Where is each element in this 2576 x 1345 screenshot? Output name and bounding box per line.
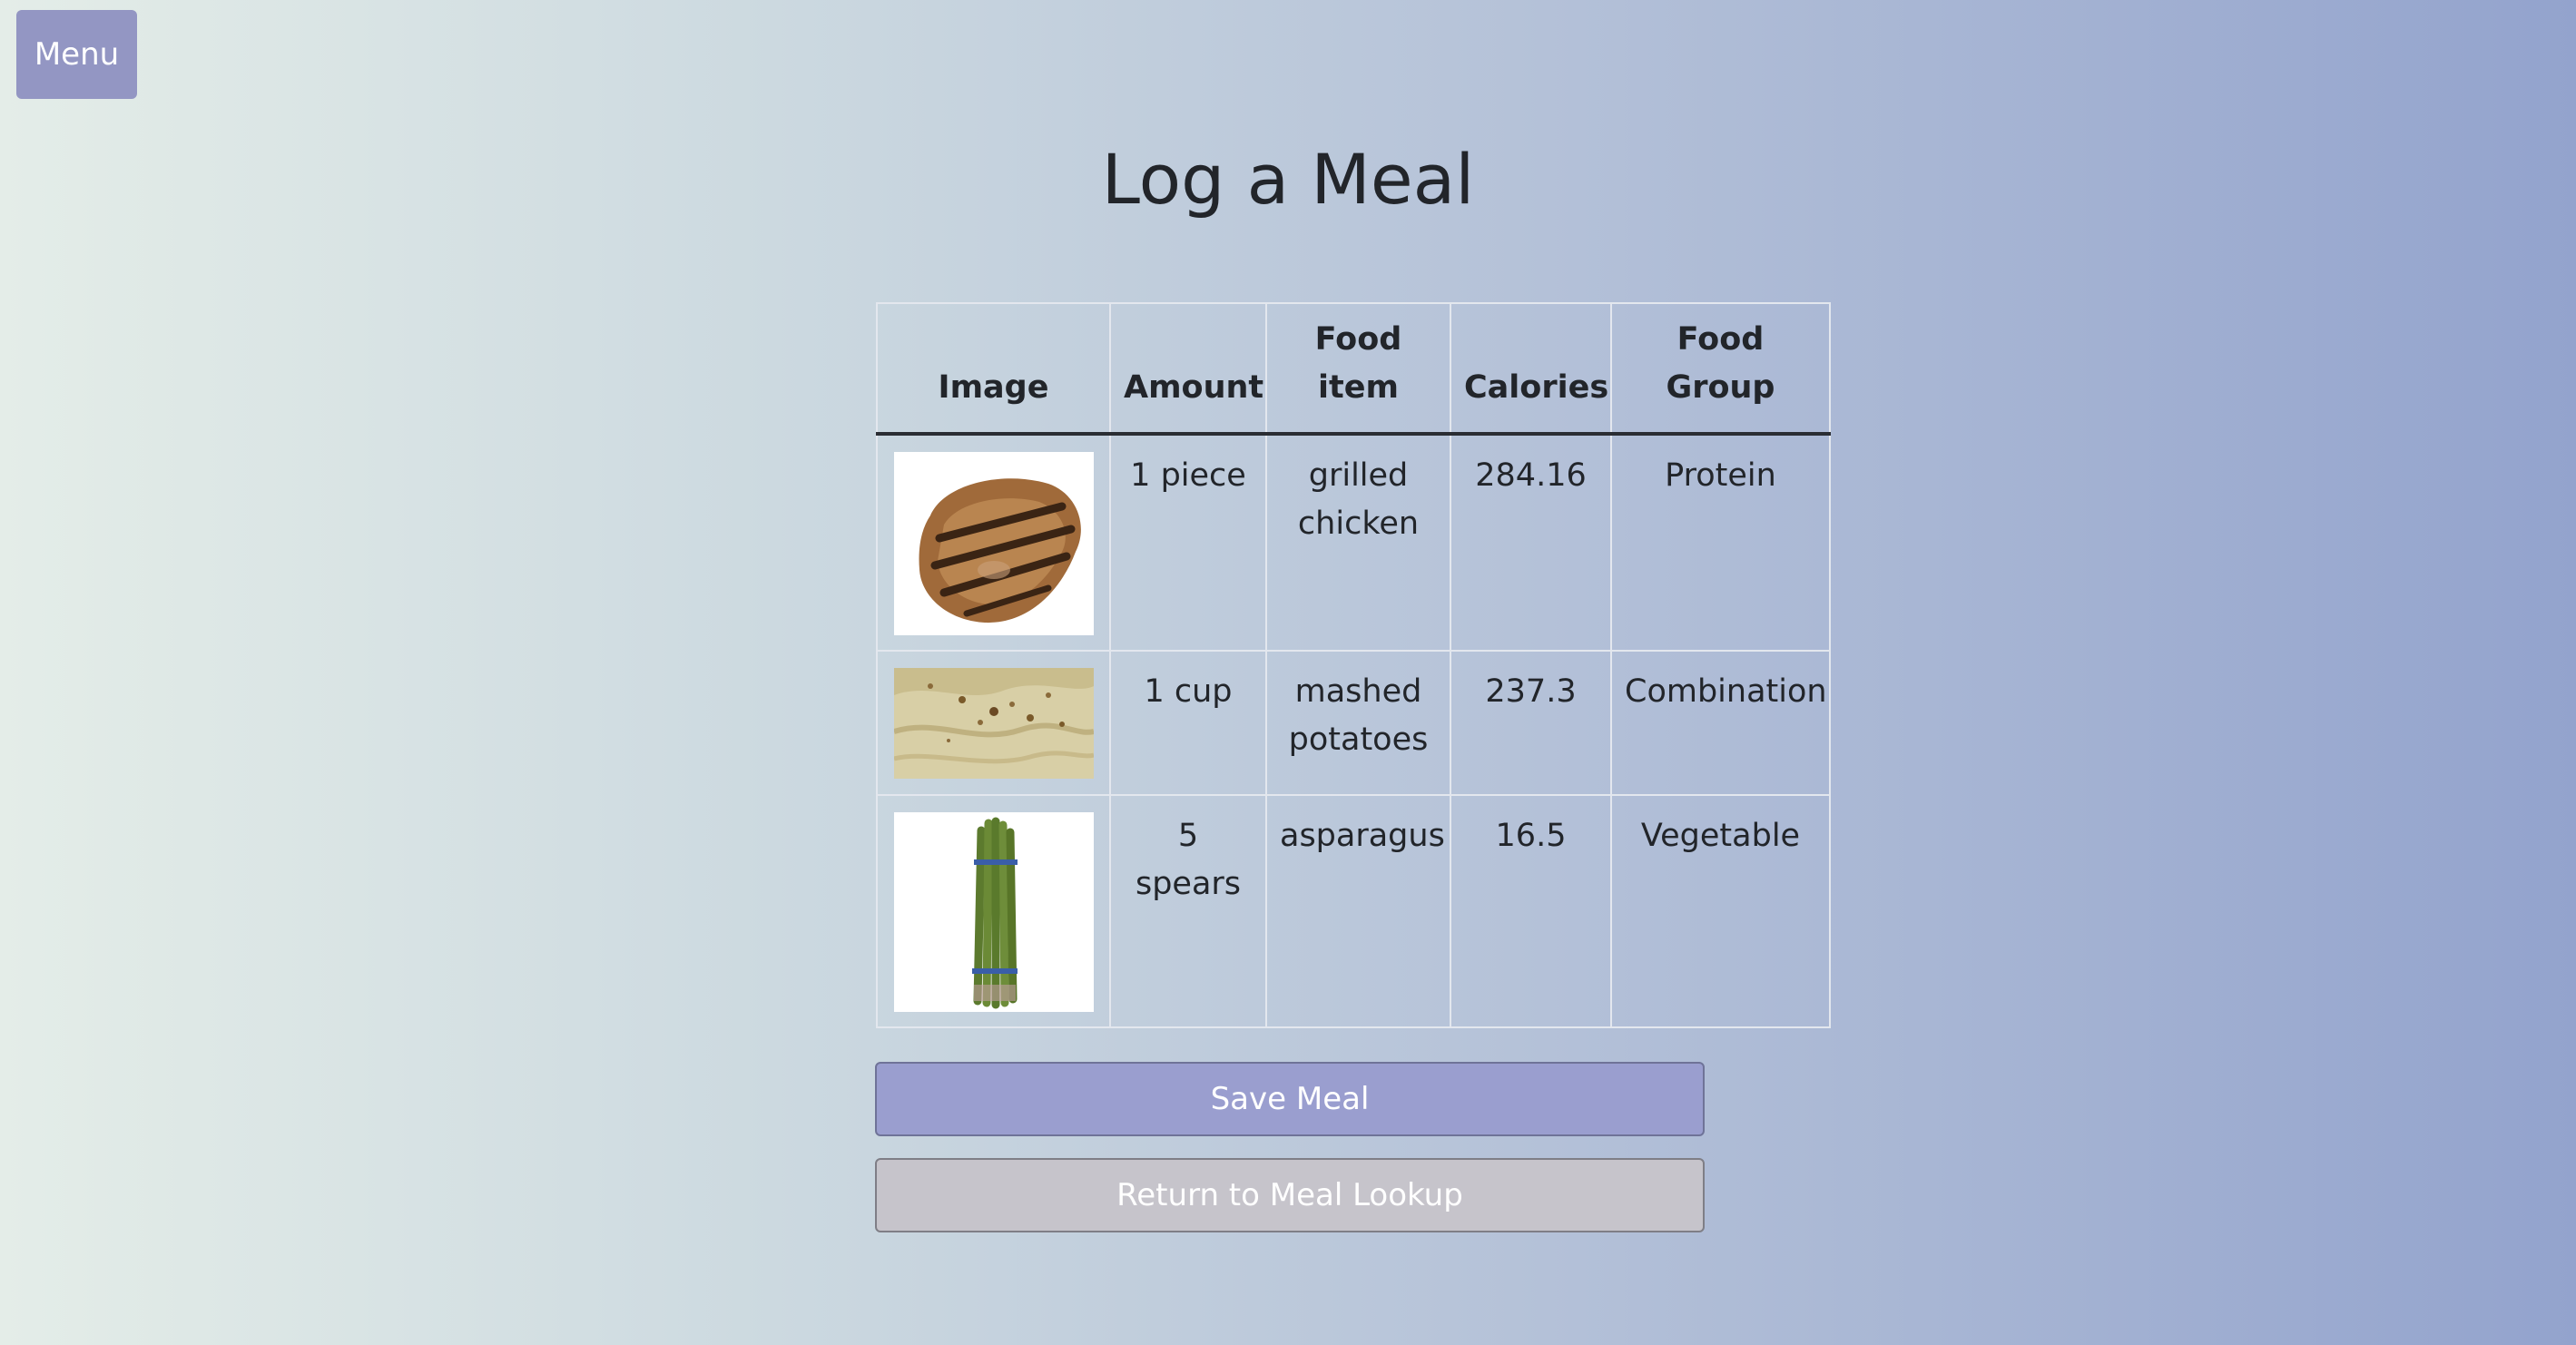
grilled-chicken-image — [893, 452, 1094, 635]
amount-cell: 1 cup — [1109, 650, 1267, 796]
mashed-potatoes-image — [893, 668, 1094, 779]
table-row: 1 piece grilled chicken 284.16 Protein — [876, 433, 1831, 652]
column-header-food-group: Food Group — [1610, 302, 1831, 436]
image-cell — [876, 650, 1111, 796]
column-header-amount: Amount — [1109, 302, 1267, 436]
food-group-cell: Combination — [1610, 650, 1831, 796]
column-header-calories: Calories — [1450, 302, 1612, 436]
image-cell — [876, 433, 1111, 652]
food-group-cell: Vegetable — [1610, 794, 1831, 1028]
calories-cell: 237.3 — [1450, 650, 1612, 796]
column-header-image: Image — [876, 302, 1111, 436]
page-title: Log a Meal — [1101, 139, 1475, 220]
table-row: 1 cup mashed potatoes 237.3 Combination — [876, 650, 1831, 796]
image-cell — [876, 794, 1111, 1028]
food-group-cell: Protein — [1610, 433, 1831, 652]
table-row: 5 spears asparagus 16.5 Vegetable — [876, 794, 1831, 1028]
return-to-meal-lookup-button[interactable]: Return to Meal Lookup — [875, 1158, 1705, 1232]
save-meal-button[interactable]: Save Meal — [875, 1062, 1705, 1136]
meal-table: Image Amount Food item Calories Food Gro… — [876, 302, 1831, 1028]
amount-cell: 5 spears — [1109, 794, 1267, 1028]
food-item-cell: asparagus — [1265, 794, 1451, 1028]
food-item-cell: grilled chicken — [1265, 433, 1451, 652]
amount-cell: 1 piece — [1109, 433, 1267, 652]
column-header-food-item: Food item — [1265, 302, 1451, 436]
menu-button[interactable]: Menu — [16, 10, 137, 99]
food-item-cell: mashed potatoes — [1265, 650, 1451, 796]
asparagus-image — [893, 812, 1094, 1012]
table-header-row: Image Amount Food item Calories Food Gro… — [876, 302, 1831, 436]
calories-cell: 16.5 — [1450, 794, 1612, 1028]
calories-cell: 284.16 — [1450, 433, 1612, 652]
